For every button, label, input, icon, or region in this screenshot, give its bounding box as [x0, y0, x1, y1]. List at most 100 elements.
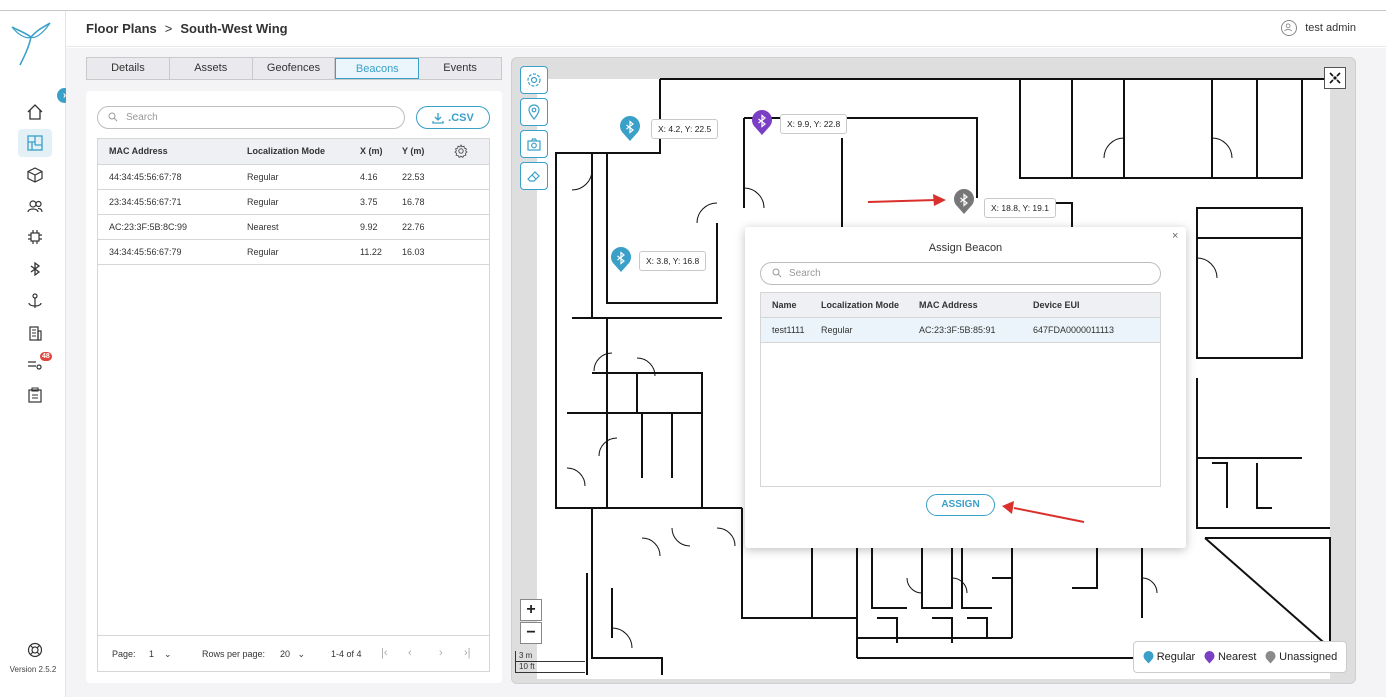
table-row[interactable]: 44:34:45:56:67:78 Regular 4.16 22.53: [98, 165, 489, 190]
cell-x: 11.22: [360, 247, 382, 257]
nearest-pin-icon: [1204, 650, 1215, 663]
notification-badge: 48: [40, 352, 52, 361]
close-icon[interactable]: ×: [1172, 230, 1178, 242]
page-label: Page:: [112, 649, 136, 659]
cell-mode: Nearest: [247, 222, 279, 232]
cell-y: 16.03: [402, 247, 425, 257]
reports-icon[interactable]: [18, 381, 52, 409]
rows-per-page-value: 20: [280, 649, 291, 659]
cell-mac: AC:23:3F:5B:8C:99: [109, 222, 188, 232]
download-csv-button[interactable]: .CSV: [416, 106, 490, 129]
settings-tool-button[interactable]: [520, 66, 548, 94]
dialog-search-input[interactable]: Search: [760, 262, 1161, 285]
table-header: Name Localization Mode MAC Address Devic…: [761, 293, 1160, 318]
previous-page-icon[interactable]: ‹: [408, 647, 412, 659]
legend-label: Nearest: [1217, 651, 1257, 663]
page-select[interactable]: 1 ⌄: [149, 649, 172, 660]
column-header-name: Name: [772, 300, 797, 310]
search-icon: [772, 268, 782, 278]
table-row[interactable]: 23:34:45:56:67:71 Regular 3.75 16.78: [98, 190, 489, 215]
cell-mode: Regular: [247, 172, 279, 182]
rows-per-page-label: Rows per page:: [202, 649, 266, 659]
version-label: Version 2.5.2: [9, 665, 57, 674]
top-header: Floor Plans > South-West Wing test admin: [66, 11, 1386, 47]
beacon-pin-regular[interactable]: [619, 116, 641, 142]
camera-tool-button[interactable]: [520, 130, 548, 158]
legend-label: Unassigned: [1279, 651, 1338, 663]
last-page-icon[interactable]: ›|: [464, 647, 471, 659]
tab-geofences[interactable]: Geofences: [253, 58, 336, 79]
chevron-down-icon: ⌄: [164, 649, 172, 659]
building-icon[interactable]: [18, 319, 52, 347]
map-legend: Regular Nearest Unassigned: [1133, 641, 1347, 673]
cell-mode: Regular: [247, 247, 279, 257]
cell-mac: 23:34:45:56:67:71: [109, 197, 182, 207]
available-beacons-table: Name Localization Mode MAC Address Devic…: [760, 292, 1161, 487]
beacon-coordinate-label: X: 4.2, Y: 22.5: [651, 119, 719, 139]
eraser-tool-button[interactable]: [520, 162, 548, 190]
table-row[interactable]: 34:34:45:56:67:79 Regular 11.22 16.03: [98, 240, 489, 265]
cell-x: 4.16: [360, 172, 378, 182]
page-range: 1-4 of 4: [331, 649, 362, 659]
fullscreen-icon: [1329, 72, 1341, 84]
next-page-icon[interactable]: ›: [439, 647, 443, 659]
table-row[interactable]: test1111 Regular AC:23:3F:5B:85:91 647FD…: [761, 318, 1160, 343]
rules-icon[interactable]: 48: [18, 350, 52, 378]
tab-details[interactable]: Details: [87, 58, 170, 79]
zoom-out-button[interactable]: −: [520, 622, 542, 644]
chevron-right-icon: >: [164, 21, 173, 36]
cube-icon[interactable]: [18, 161, 52, 189]
anchor-icon[interactable]: [18, 287, 52, 315]
breadcrumb-current: South-West Wing: [180, 21, 288, 36]
bluetooth-icon[interactable]: [18, 255, 52, 283]
location-tool-button[interactable]: [520, 98, 548, 126]
column-header-mode[interactable]: Localization Mode: [247, 139, 325, 164]
assign-button[interactable]: ASSIGN: [926, 494, 995, 516]
cell-mac: AC:23:3F:5B:85:91: [919, 325, 996, 335]
table-pagination: Page: 1 ⌄ Rows per page: 20 ⌄ 1-4 of 4 |…: [98, 635, 489, 671]
cell-mode: Regular: [247, 197, 279, 207]
beacon-coordinate-label: X: 18.8, Y: 19.1: [984, 198, 1056, 218]
floor-plan-icon[interactable]: [18, 129, 52, 157]
home-icon[interactable]: [18, 98, 52, 126]
first-page-icon[interactable]: |‹: [381, 647, 388, 659]
fullscreen-button[interactable]: [1324, 67, 1346, 89]
cell-x: 3.75: [360, 197, 378, 207]
scale-feet: 10 ft: [515, 662, 585, 673]
app-logo: [11, 22, 51, 66]
help-icon[interactable]: [27, 642, 43, 658]
assign-beacon-dialog: Assign Beacon × Search Name Localization…: [745, 227, 1186, 548]
sidebar: › 48 Version 2.5.2: [0, 11, 72, 697]
beacon-pin-nearest[interactable]: [751, 110, 773, 136]
floor-plan-tabs: Details Assets Geofences Beacons Events: [86, 57, 502, 80]
scale-meters: 3 m: [515, 651, 585, 662]
column-header-mac[interactable]: MAC Address: [109, 139, 168, 164]
gear-icon[interactable]: [454, 144, 468, 158]
dialog-title: Assign Beacon: [928, 242, 1003, 254]
table-header: MAC Address Localization Mode X (m) Y (m…: [98, 139, 489, 165]
search-placeholder: Search: [789, 268, 821, 279]
column-header-y[interactable]: Y (m): [402, 139, 424, 164]
breadcrumb-root[interactable]: Floor Plans: [86, 21, 157, 36]
tab-beacons[interactable]: Beacons: [335, 58, 420, 79]
gear-icon: [527, 73, 541, 87]
chip-icon[interactable]: [18, 223, 52, 251]
legend-item-regular: Regular: [1143, 650, 1196, 664]
cell-y: 22.53: [402, 172, 425, 182]
unassigned-pin-icon: [1265, 650, 1276, 663]
eraser-icon: [527, 171, 540, 182]
rows-per-page-select[interactable]: 20 ⌄: [280, 649, 305, 660]
column-header-x[interactable]: X (m): [360, 139, 383, 164]
zoom-in-button[interactable]: +: [520, 599, 542, 621]
tab-assets[interactable]: Assets: [170, 58, 253, 79]
user-menu[interactable]: test admin: [1281, 20, 1356, 36]
beacon-pin-regular[interactable]: [610, 247, 632, 273]
legend-label: Regular: [1156, 651, 1196, 663]
users-icon[interactable]: [18, 192, 52, 220]
cell-eui: 647FDA0000011113: [1033, 325, 1115, 335]
beacon-pin-unassigned[interactable]: [953, 189, 975, 215]
column-header-mac: MAC Address: [919, 300, 978, 310]
tab-events[interactable]: Events: [419, 58, 501, 79]
beacon-search-input[interactable]: Search: [97, 106, 405, 129]
table-row[interactable]: AC:23:3F:5B:8C:99 Nearest 9.92 22.76: [98, 215, 489, 240]
